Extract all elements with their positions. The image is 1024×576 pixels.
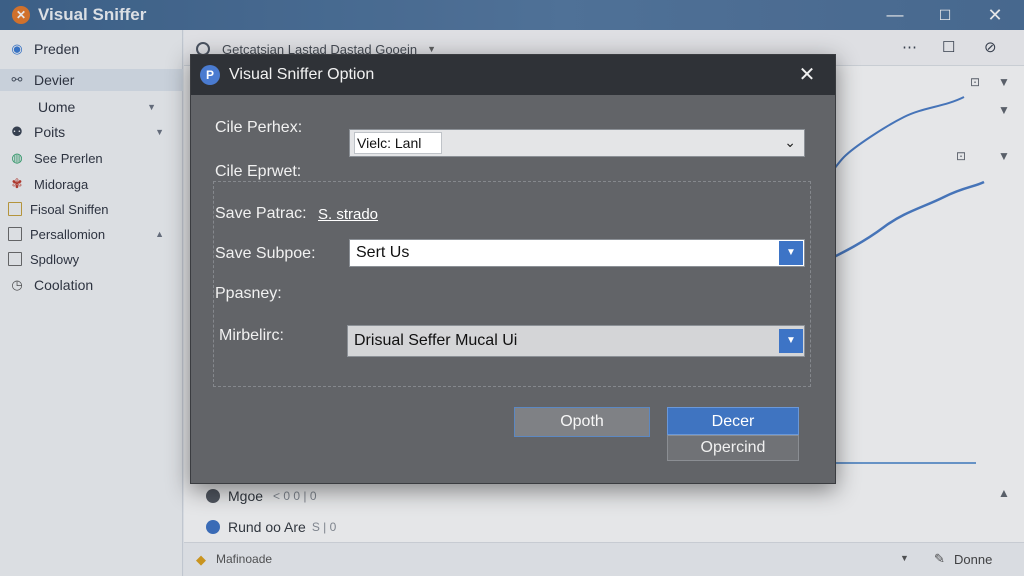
chevron-down-icon: ⌄ [784, 134, 796, 150]
dialog-body: Cile Perhex: Vielc: Lanl ⌄ Cile Eprwet: … [191, 95, 835, 483]
cile-eprwet-label: Cile Eprwet: [215, 163, 302, 180]
opoth-button[interactable]: Opoth [514, 407, 650, 437]
opercind-button[interactable]: Opercind [667, 435, 799, 461]
chevron-down-icon[interactable]: ▼ [779, 241, 803, 265]
cile-perhex-value: Vielc: Lanl [354, 132, 442, 154]
dialog-titlebar: P Visual Sniffer Option ✕ [191, 55, 835, 95]
cile-perhex-label: Cile Perhex: [215, 119, 303, 136]
save-patrac-link[interactable]: S. strado [318, 206, 378, 223]
ppasney-label: Ppasney: [215, 285, 282, 302]
save-subpoe-dropdown[interactable]: Sert Us ▼ [349, 239, 805, 267]
options-dialog: P Visual Sniffer Option ✕ Cile Perhex: V… [190, 54, 836, 484]
dialog-title: Visual Sniffer Option [229, 66, 375, 83]
close-icon[interactable]: ✕ [793, 62, 821, 88]
cile-perhex-dropdown[interactable]: Vielc: Lanl ⌄ [349, 129, 805, 157]
app-icon: P [200, 65, 220, 85]
chevron-down-icon[interactable]: ▼ [779, 329, 803, 353]
decer-button[interactable]: Decer [667, 407, 799, 435]
save-patrac-label: Save Patrac: [215, 205, 307, 222]
mirbelirc-label: Mirbelirc: [219, 327, 284, 344]
mirbelirc-dropdown[interactable]: Drisual Seffer Mucal Ui ▼ [347, 325, 805, 357]
save-subpoe-label: Save Subpoe: [215, 245, 316, 262]
mirbelirc-value: Drisual Seffer Mucal Ui [354, 332, 518, 349]
save-subpoe-value: Sert Us [356, 244, 410, 261]
